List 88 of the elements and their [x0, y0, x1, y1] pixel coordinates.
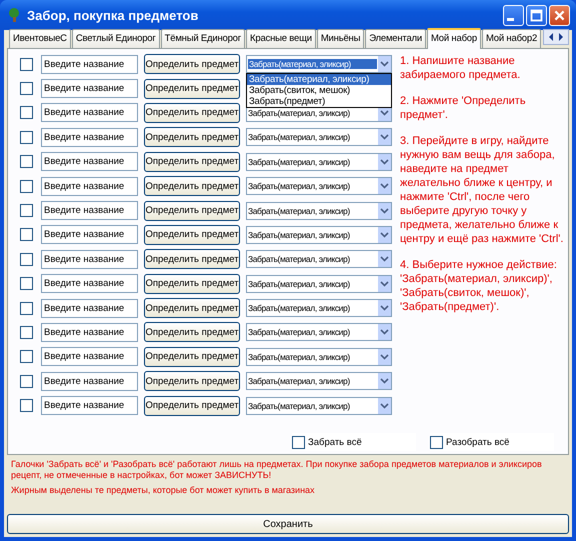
tab[interactable]: Элементали — [365, 29, 426, 48]
instruction-text: 2. Нажмите 'Определить предмет'. — [400, 94, 527, 122]
checkbox-label: Разобрать всё — [446, 436, 510, 448]
identify-button[interactable]: Определить предмет — [144, 176, 240, 196]
right-arrow-icon — [558, 33, 564, 41]
tab[interactable]: Красные вещи — [246, 29, 316, 48]
instruction-text: 1. Напишите название забираемого предмета. — [400, 54, 522, 82]
action-dropdown[interactable]: Забрать(материал, эликсир) — [246, 226, 392, 244]
tab[interactable]: Тёмный Единорог — [160, 29, 246, 48]
checkbox[interactable] — [20, 228, 33, 242]
identify-button[interactable]: Определить предмет — [144, 200, 240, 221]
action-dropdown[interactable]: Забрать(материал, эликсир) — [246, 348, 392, 366]
action-dropdown[interactable]: Забрать(материал, эликсир) — [246, 323, 392, 342]
checkbox[interactable] — [20, 350, 33, 364]
checkbox[interactable] — [20, 374, 33, 388]
minimize-icon — [507, 18, 514, 20]
checkbox[interactable] — [20, 155, 33, 168]
name-field[interactable]: Введите название — [41, 103, 138, 122]
name-field[interactable]: Введите название — [41, 347, 138, 366]
tab[interactable]: Миньёны — [316, 29, 364, 48]
tab[interactable]: Светлый Единорог — [72, 29, 160, 48]
identify-button[interactable]: Определить предмет — [144, 54, 240, 74]
note-text: Галочки 'Забрать всё' и 'Разобрать всё' работают лишь на предметах. При покупке забора предметов материалов и эликсиров рецепт, не отмеченные в настройках, бот может ЗАВИСНУТЬ! — [11, 459, 543, 481]
close-button[interactable] — [549, 4, 570, 26]
identify-button[interactable]: Определить предмет — [144, 396, 240, 416]
checkbox[interactable] — [20, 399, 33, 412]
action-dropdown[interactable]: Забрать(материал, эликсир) — [246, 202, 392, 220]
tab[interactable]: Мой набор — [426, 28, 481, 49]
name-field[interactable]: Введите название — [41, 54, 138, 74]
checkbox[interactable] — [430, 436, 443, 448]
identify-button[interactable]: Определить предмет — [144, 224, 240, 245]
instruction-text: 3. Перейдите в игру, найдите нужную вам вещь для забора, наведите на предмет желательно ближе к центру, и нажмите 'Ctrl', после чего выберите другую точку у предмета, желательно ближе к центру и ещё раз нажмите 'Ctrl'. — [400, 134, 564, 246]
checkbox-label: Забрать всё — [308, 436, 362, 448]
name-field[interactable]: Введите название — [41, 250, 138, 269]
identify-button[interactable]: Определить предмет — [144, 298, 240, 318]
action-dropdown[interactable]: Забрать(материал, эликсир) — [246, 299, 392, 318]
name-field[interactable]: Введите название — [41, 128, 138, 147]
checkbox[interactable] — [20, 277, 33, 290]
minimize-button[interactable] — [503, 4, 524, 26]
tab[interactable]: Мой набор2 — [482, 29, 542, 48]
name-field[interactable]: Введите название — [41, 225, 138, 244]
name-field[interactable]: Введите название — [41, 79, 138, 98]
checkbox[interactable] — [20, 58, 33, 71]
checkbox[interactable] — [20, 82, 33, 96]
checkbox[interactable] — [20, 302, 33, 315]
name-field[interactable]: Введите название — [41, 274, 138, 294]
name-field[interactable]: Введите название — [41, 201, 138, 220]
name-field[interactable]: Введите название — [41, 298, 138, 318]
identify-button[interactable]: Определить предмет — [144, 371, 240, 392]
tree-icon — [6, 7, 22, 23]
tab-scroll-buttons[interactable] — [543, 29, 569, 45]
note-text: Жирным выделены те предметы, которые бот может купить в магазинах — [11, 485, 316, 496]
identify-button[interactable]: Определить предмет — [144, 102, 240, 123]
checkbox[interactable] — [20, 130, 33, 144]
name-field[interactable]: Введите название — [41, 322, 138, 342]
identify-button[interactable]: Определить предмет — [144, 127, 240, 148]
checkbox[interactable] — [20, 180, 33, 193]
checkbox[interactable] — [292, 436, 305, 448]
identify-button[interactable]: Определить предмет — [144, 78, 240, 99]
checkbox[interactable] — [20, 252, 33, 266]
identify-button[interactable]: Определить предмет — [144, 152, 240, 172]
action-dropdown[interactable]: Забрать(материал, эликсир) — [246, 177, 392, 196]
action-dropdown[interactable]: Забрать(материал, эликсир) — [246, 152, 392, 171]
name-field[interactable]: Введите название — [41, 396, 138, 416]
instruction-text: 4. Выберите нужное действие: 'Забрать(материал, эликсир)', 'Забрать(свиток, мешок)', 'Забрать(предмет)'. — [400, 258, 558, 314]
name-field[interactable]: Введите название — [41, 372, 138, 391]
action-dropdown[interactable]: Забрать(материал, эликсир) — [246, 274, 392, 293]
action-dropdown[interactable]: Забрать(материал, эликсир) — [246, 396, 392, 415]
action-dropdown[interactable]: Забрать(материал, эликсир) — [246, 128, 392, 146]
dropdown-option[interactable]: Забрать(материал, эликсир) — [247, 74, 391, 86]
action-dropdown[interactable]: Забрать(материал, эликсир) — [246, 55, 392, 74]
save-button[interactable]: Сохранить — [7, 514, 569, 534]
identify-button[interactable]: Определить предмет — [144, 322, 240, 342]
left-arrow-icon — [548, 33, 554, 41]
identify-button[interactable]: Определить предмет — [144, 274, 240, 294]
dropdown-option[interactable]: Забрать(свиток, мешок) — [247, 85, 391, 96]
checkbox[interactable] — [20, 204, 33, 218]
checkbox[interactable] — [20, 326, 33, 339]
checkbox[interactable] — [20, 106, 33, 120]
tab[interactable]: ИвентовыеС — [9, 29, 71, 48]
action-dropdown[interactable]: Забрать(материал, эликсир) — [246, 372, 392, 390]
action-dropdown[interactable]: Забрать(материал, эликсир) — [246, 250, 392, 268]
window-title: Забор, покупка предметов — [27, 8, 200, 22]
maximize-button[interactable] — [526, 4, 547, 26]
identify-button[interactable]: Определить предмет — [144, 249, 240, 270]
name-field[interactable]: Введите название — [41, 152, 138, 172]
identify-button[interactable]: Определить предмет — [144, 346, 240, 367]
name-field[interactable]: Введите название — [41, 176, 138, 196]
